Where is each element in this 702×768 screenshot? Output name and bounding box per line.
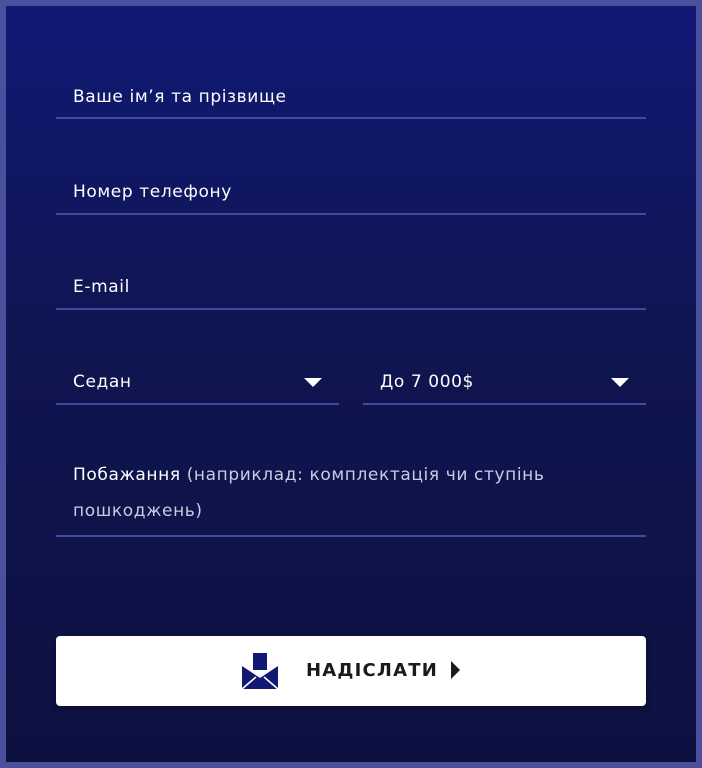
wishes-placeholder: Побажання (наприклад: комплектація чи ст… [73, 457, 613, 529]
email-field-placeholder: E-mail [73, 277, 130, 297]
caret-down-icon[interactable] [304, 378, 322, 387]
budget-select[interactable]: До 7 000$ [363, 371, 646, 405]
submit-button-label: НАДІСЛАТИ [306, 660, 438, 681]
wishes-label: Побажання [73, 465, 181, 485]
car-type-select[interactable]: Седан [56, 371, 339, 405]
name-field[interactable]: Ваше ім’я та прізвище [56, 86, 646, 119]
play-arrow-icon [451, 661, 460, 679]
submit-button[interactable]: НАДІСЛАТИ [56, 636, 646, 706]
budget-selected-value: До 7 000$ [380, 372, 474, 392]
caret-down-icon[interactable] [611, 378, 629, 387]
contact-form-panel: Ваше ім’я та прізвище Номер телефону E-m… [6, 6, 696, 762]
phone-field[interactable]: Номер телефону [56, 181, 646, 215]
wishes-textarea[interactable]: Побажання (наприклад: комплектація чи ст… [56, 461, 646, 537]
name-field-placeholder: Ваше ім’я та прізвище [73, 87, 287, 107]
car-type-selected-value: Седан [73, 372, 132, 392]
email-field[interactable]: E-mail [56, 276, 646, 310]
envelope-icon [241, 653, 279, 690]
phone-field-placeholder: Номер телефону [73, 182, 232, 202]
